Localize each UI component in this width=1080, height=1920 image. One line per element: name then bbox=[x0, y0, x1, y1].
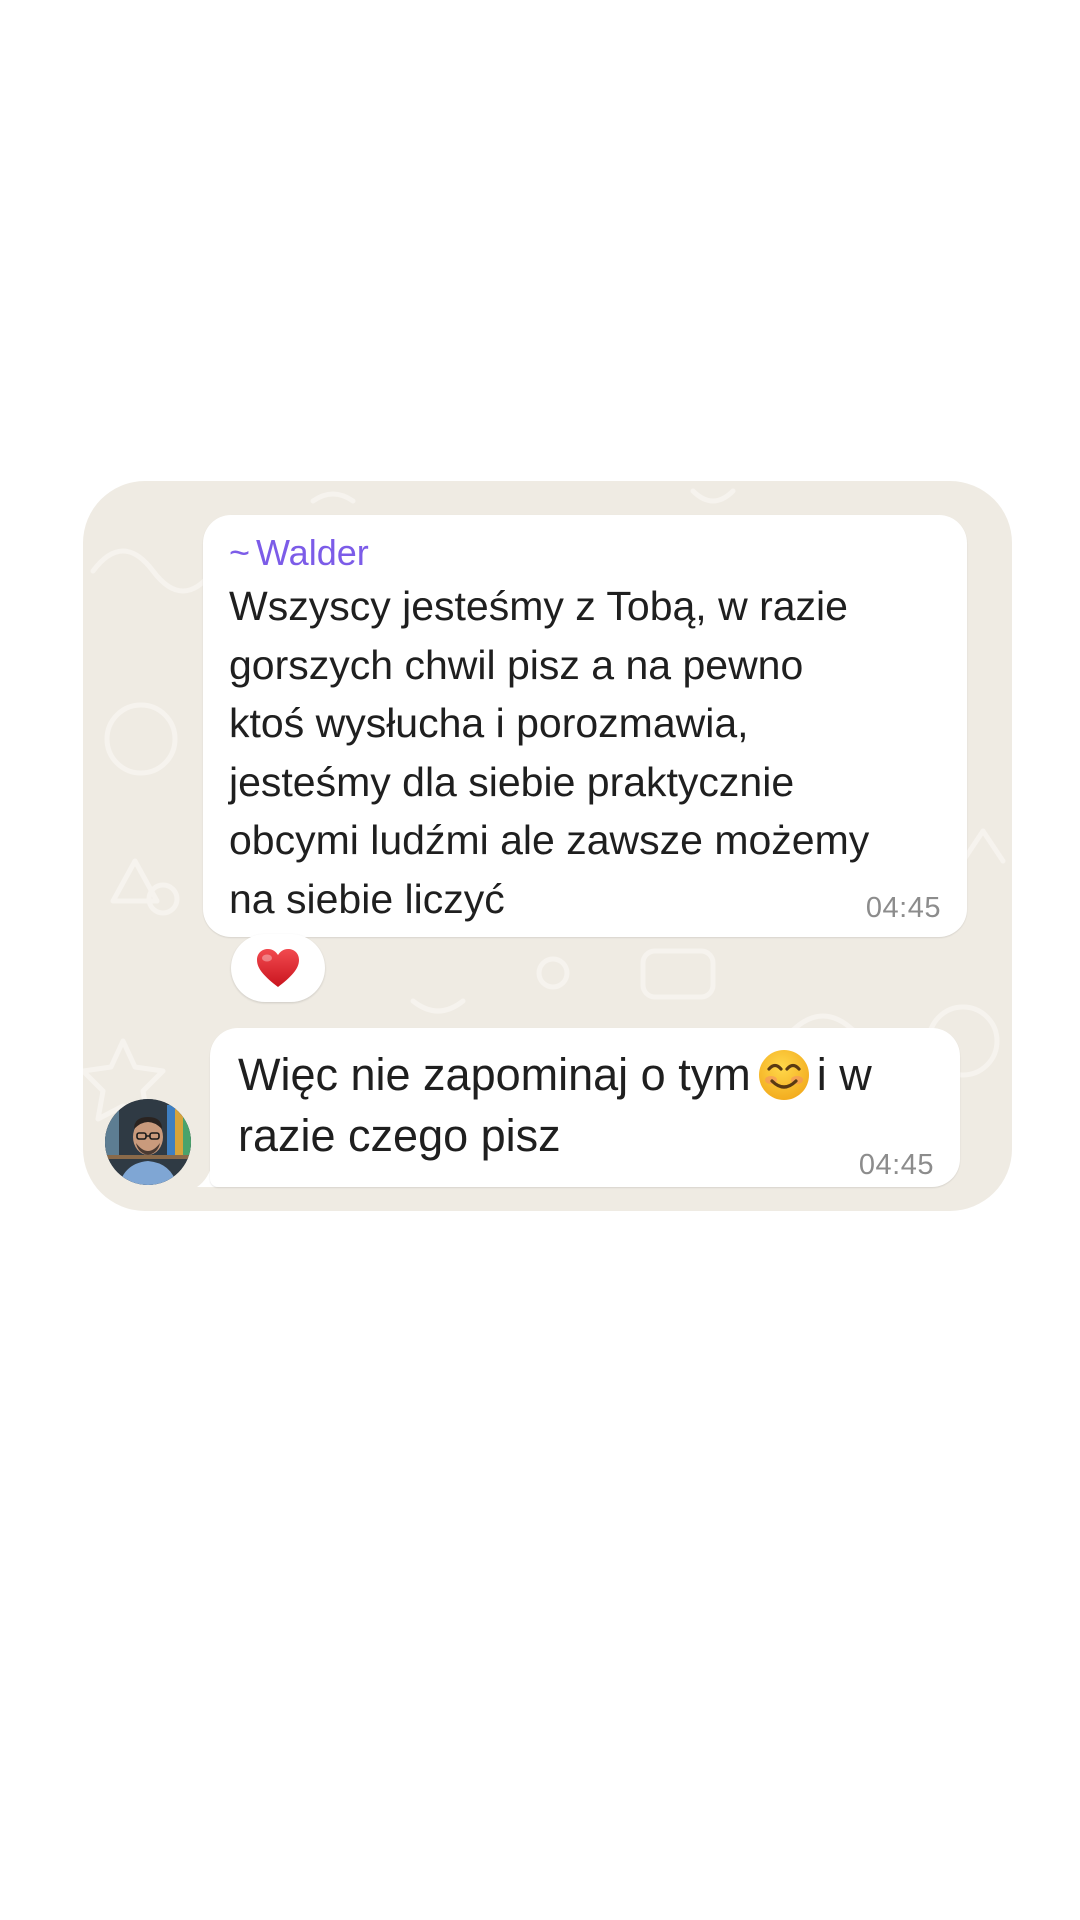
chat-card: ~ Walder Wszyscy jesteśmy z Tobą, w razie… bbox=[83, 481, 1012, 1211]
message-text: Wszyscy jesteśmy z Tobą, w razie gorszyc… bbox=[229, 583, 870, 922]
smiling-face-icon bbox=[758, 1050, 809, 1100]
message-timestamp: 04:45 bbox=[865, 892, 941, 924]
sender-prefix: ~ bbox=[229, 532, 251, 573]
message-text-part-1: Więc nie zapominaj o tym bbox=[238, 1049, 751, 1100]
avatar-photo bbox=[105, 1099, 191, 1185]
message-bubble-walder[interactable]: ~ Walder Wszyscy jesteśmy z Tobą, w razie… bbox=[203, 515, 967, 937]
sender-name[interactable]: ~ Walder bbox=[229, 531, 369, 575]
message-bubble-own[interactable]: Więc nie zapominaj o tym i w razie czego… bbox=[210, 1028, 960, 1187]
user-avatar[interactable] bbox=[105, 1099, 191, 1185]
sender-label: Walder bbox=[256, 532, 369, 573]
message-timestamp: 04:45 bbox=[858, 1149, 934, 1181]
message-text: Więc nie zapominaj o tym i w razie czego… bbox=[238, 1044, 938, 1166]
red-heart-icon bbox=[257, 949, 299, 987]
reaction-badge[interactable] bbox=[231, 934, 325, 1002]
